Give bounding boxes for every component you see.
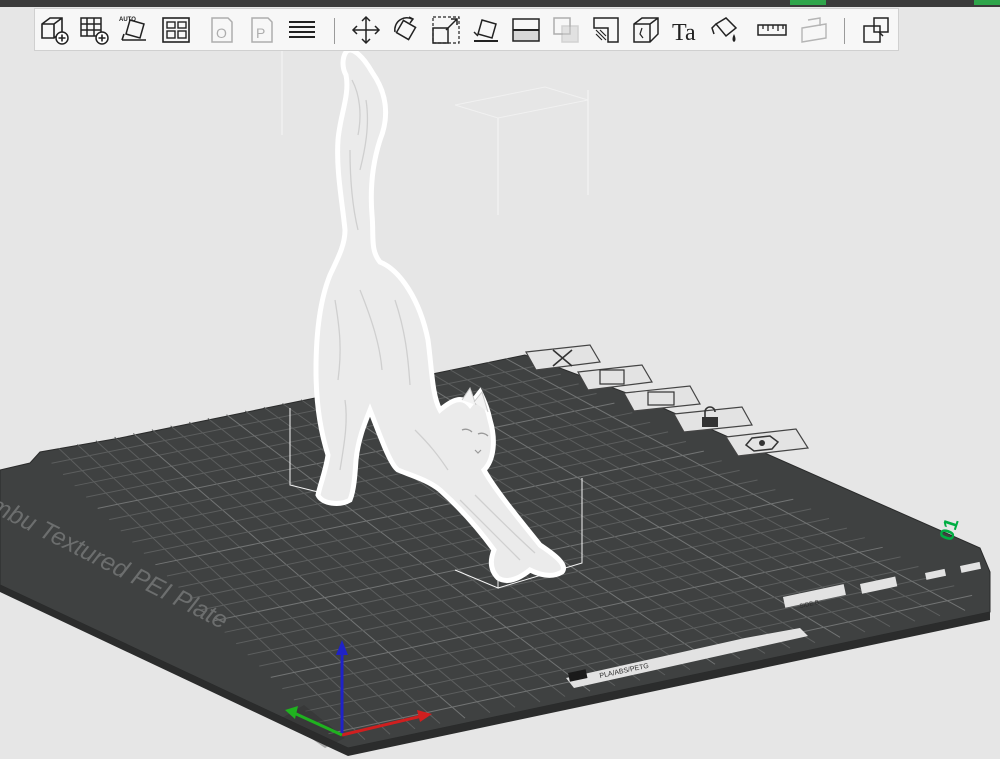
assembly-view-button[interactable] <box>859 13 893 47</box>
cut-icon <box>512 18 540 42</box>
plate-orient-button[interactable] <box>623 385 701 412</box>
boolean-icon <box>553 17 579 43</box>
add-part-button[interactable] <box>37 13 71 47</box>
auto-orient-icon: AUTO <box>119 17 146 41</box>
text-shape-button[interactable]: Ta <box>669 13 703 47</box>
main-toolbar: AUTO O P Ta <box>34 8 899 51</box>
split-objects-icon: O <box>211 17 233 43</box>
measure-button[interactable] <box>755 13 789 47</box>
text-shape-icon: Ta <box>672 20 696 46</box>
assembly-button[interactable] <box>797 13 831 47</box>
arrange-button[interactable] <box>159 13 193 47</box>
move-icon <box>351 15 381 45</box>
layers-icon <box>289 21 315 38</box>
seam-paint-icon <box>633 17 659 43</box>
cut-button[interactable] <box>509 13 543 47</box>
plate-delete-button[interactable] <box>525 344 601 371</box>
svg-text:O: O <box>216 25 227 41</box>
add-plate-button[interactable] <box>77 13 111 47</box>
rotate-button[interactable] <box>389 13 423 47</box>
3d-viewport[interactable]: mbu Textured PEI Plate 01 PLA/ABS/PETG S… <box>0 0 1000 759</box>
toolbar-separator <box>844 18 845 44</box>
plate-settings-button[interactable] <box>724 428 810 457</box>
ruler-icon <box>757 24 787 36</box>
svg-text:AUTO: AUTO <box>119 17 136 23</box>
split-parts-icon: P <box>251 17 273 43</box>
plate-lock-button[interactable] <box>673 406 753 433</box>
lay-on-face-icon <box>473 19 498 42</box>
auto-orient-button[interactable]: AUTO <box>117 13 151 47</box>
support-paint-icon <box>593 17 619 43</box>
support-paint-button[interactable] <box>589 13 623 47</box>
puzzle-icon <box>863 17 889 43</box>
variable-layer-height-button[interactable] <box>285 13 319 47</box>
arrange-icon <box>162 17 190 43</box>
split-parts-button[interactable]: P <box>245 13 279 47</box>
boolean-button[interactable] <box>549 13 583 47</box>
rotate-icon <box>394 16 417 41</box>
scale-icon <box>432 16 460 44</box>
svg-text:P: P <box>256 25 265 41</box>
cube-plus-icon <box>41 17 69 45</box>
plate-arrange-button[interactable] <box>577 364 653 391</box>
toolbar-separator <box>334 18 335 44</box>
move-button[interactable] <box>349 13 383 47</box>
split-objects-button[interactable]: O <box>205 13 239 47</box>
grid-plus-icon <box>80 17 109 45</box>
paint-bucket-icon <box>711 17 738 42</box>
scale-button[interactable] <box>429 13 463 47</box>
lay-on-face-button[interactable] <box>469 13 503 47</box>
assembly-icon <box>801 17 827 43</box>
color-paint-button[interactable] <box>709 13 743 47</box>
seam-paint-button[interactable] <box>629 13 663 47</box>
svg-text:Ta: Ta <box>672 20 696 46</box>
